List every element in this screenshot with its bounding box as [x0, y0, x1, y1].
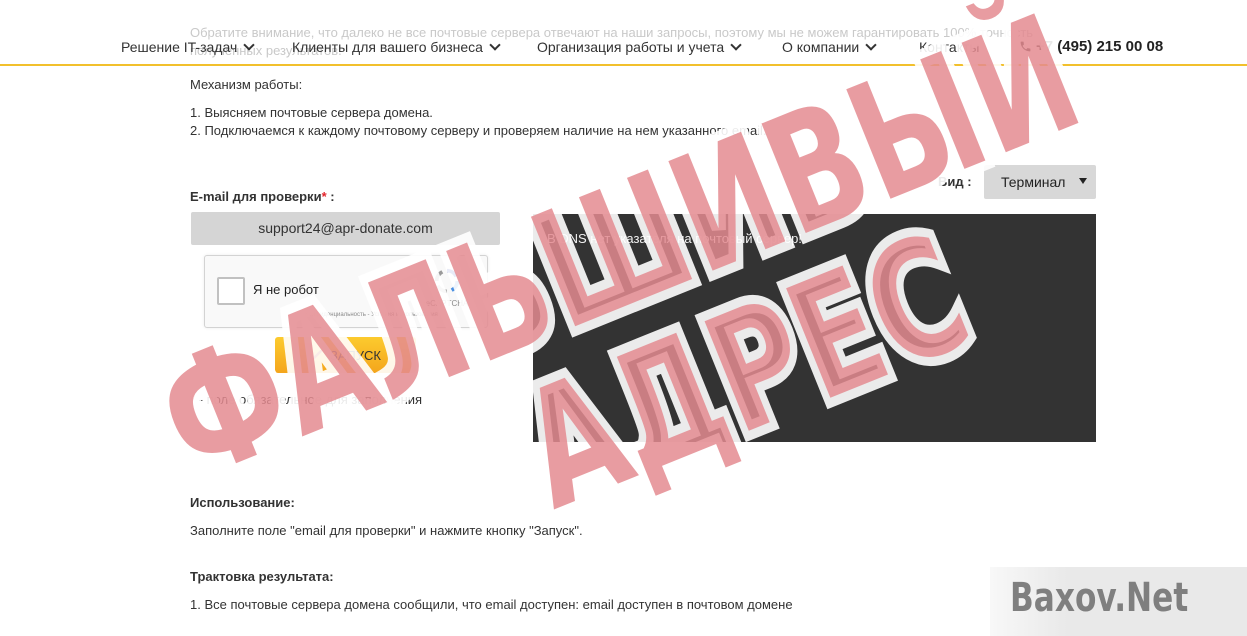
chevron-down-icon [489, 39, 501, 51]
dropdown-arrow-icon [1079, 178, 1087, 184]
recaptcha-checkbox[interactable] [217, 277, 245, 305]
nav-item-contacts[interactable]: Контакты [919, 39, 979, 55]
mechanism-title: Механизм работы: [190, 77, 303, 92]
phone-icon [1020, 41, 1031, 52]
recaptcha-logo-icon [434, 268, 460, 294]
view-label: Вид : [938, 174, 972, 189]
chevron-down-icon [730, 39, 742, 51]
nav-item-label: Клиенты для вашего бизнеса [292, 39, 483, 55]
email-input[interactable]: support24@apr-donate.com [191, 212, 500, 245]
email-label: E-mail для проверки* : [190, 189, 335, 204]
nav-item-label: Контакты [919, 39, 980, 55]
recaptcha-brand: reCAPTCHA [423, 299, 469, 308]
top-nav: Решение IT-задач Клиенты для вашего бизн… [0, 34, 1247, 64]
watermark: Baxov.Net [990, 567, 1247, 636]
nav-item-organization[interactable]: Организация работы и учета [537, 39, 742, 55]
email-label-colon: : [326, 189, 335, 204]
terminal-output-text: В DNS нет указателя на почтовый сервер! [547, 231, 802, 246]
chevron-down-icon [243, 39, 255, 51]
recaptcha-label: Я не робот [253, 282, 319, 297]
nav-item-label: Решение IT-задач [121, 39, 238, 55]
view-select[interactable]: Терминал [984, 165, 1096, 199]
phone-number: +7 (495) 215 00 08 [1036, 38, 1164, 55]
usage-text: Заполните поле "email для проверки" и на… [190, 523, 583, 538]
required-note-text: - поле обязательное для заполнения [195, 392, 423, 407]
nav-item-label: Организация работы и учета [537, 39, 725, 55]
nav-item-clients[interactable]: Клиенты для вашего бизнеса [292, 39, 501, 55]
required-note: * - поле обязательное для заполнения [190, 392, 422, 407]
mechanism-step: 2. Подключаемся к каждому почтовому серв… [190, 123, 767, 138]
nav-underline [0, 64, 1247, 66]
phone-link[interactable]: +7 (495) 215 00 08 [1019, 38, 1163, 55]
nav-item-label: О компании [782, 39, 860, 55]
watermark-text: Baxov.Net [1010, 575, 1189, 621]
recaptcha-widget: Я не робот reCAPTCHA Конфиденциальность … [204, 255, 488, 328]
rocket-icon [311, 349, 323, 361]
terminal-output-panel: В DNS нет указателя на почтовый сервер! [533, 214, 1096, 442]
interpretation-line: 1. Все почтовые сервера домена сообщили,… [190, 597, 793, 612]
view-select-value: Терминал [1001, 174, 1066, 190]
usage-title: Использование: [190, 495, 295, 510]
nav-item-about[interactable]: О компании [782, 39, 877, 55]
email-label-text: E-mail для проверки [190, 189, 322, 204]
launch-button-label: ЗАПУСК [330, 347, 381, 363]
launch-button[interactable]: ЗАПУСК [275, 337, 416, 373]
interpretation-title: Трактовка результата: [190, 569, 334, 584]
recaptcha-terms-link[interactable]: Конфиденциальность - Условия использован… [305, 312, 438, 318]
chevron-down-icon [865, 39, 877, 51]
nav-item-it-solutions[interactable]: Решение IT-задач [121, 39, 255, 55]
mechanism-step: 1. Выясняем почтовые сервера домена. [190, 105, 433, 120]
